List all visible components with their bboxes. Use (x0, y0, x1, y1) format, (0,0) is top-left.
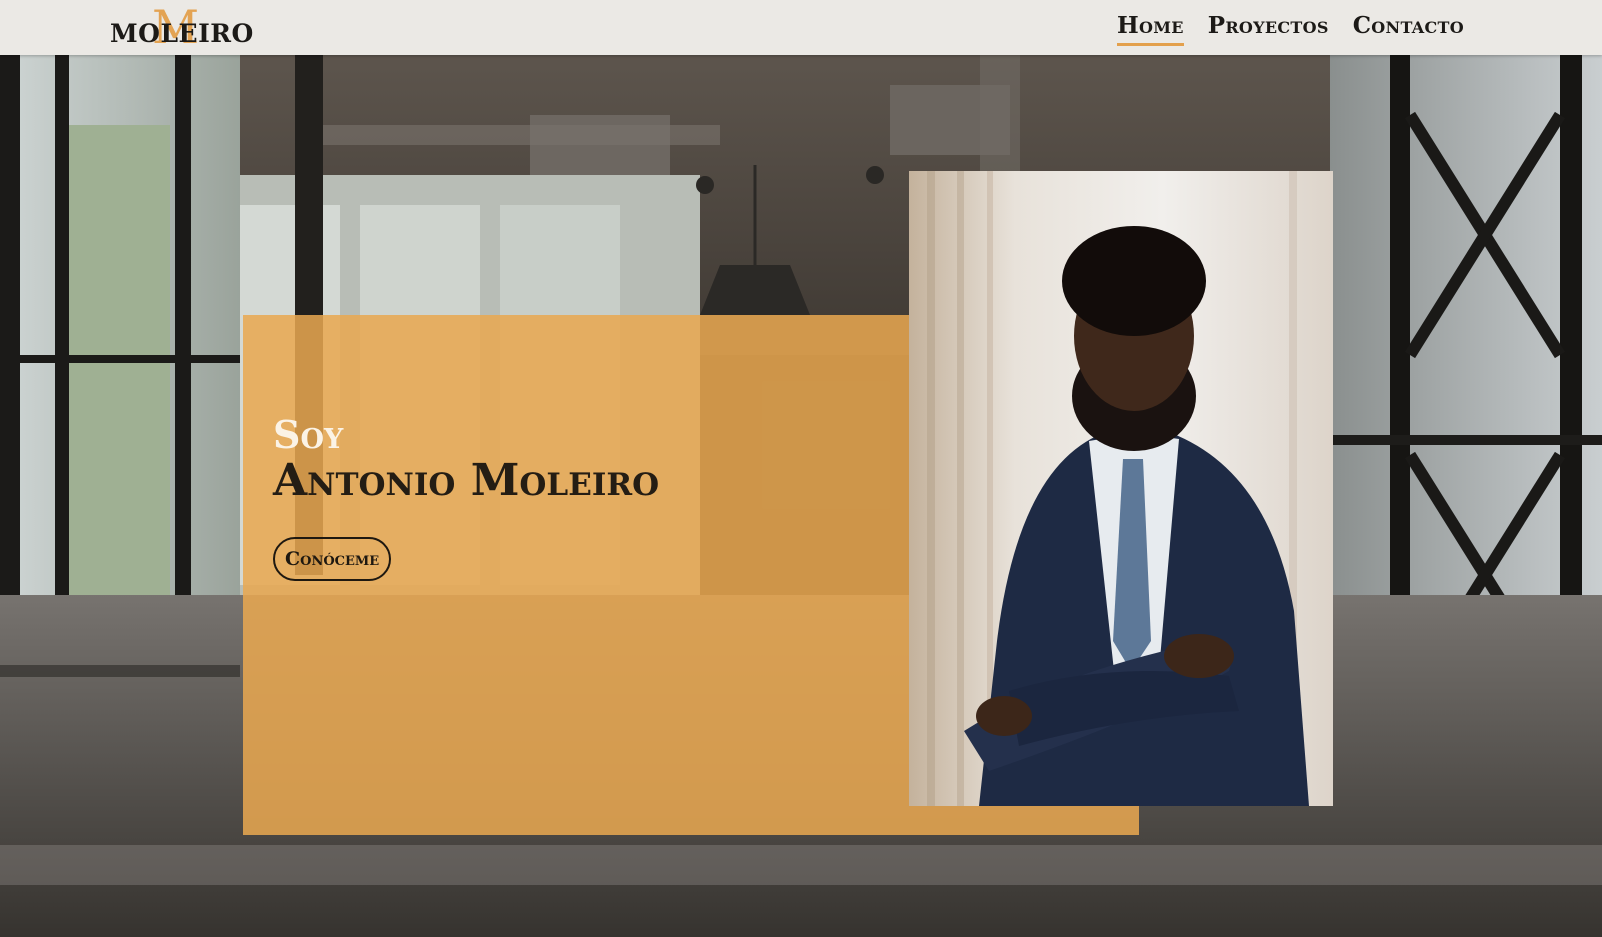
conoceme-button[interactable]: Conóceme (273, 537, 392, 581)
greeting-text: Soy (273, 412, 344, 457)
hero-name: Antonio Moleiro (273, 455, 660, 506)
nav-contacto[interactable]: Contacto (1353, 12, 1464, 46)
nav-proyectos[interactable]: Proyectos (1208, 12, 1329, 46)
main-nav: Home Proyectos Contacto (1116, 12, 1464, 46)
site-header: M MOLEIRO Home Proyectos Contacto (0, 0, 1602, 55)
hero-section: Soy Antonio Moleiro Conóceme (0, 55, 1602, 937)
intro-content: Soy Antonio Moleiro Conóceme (273, 415, 659, 581)
site-logo[interactable]: M MOLEIRO (110, 4, 253, 50)
nav-home[interactable]: Home (1116, 12, 1184, 46)
logo-text: MOLEIRO (110, 19, 254, 48)
portrait-photo (909, 171, 1333, 806)
